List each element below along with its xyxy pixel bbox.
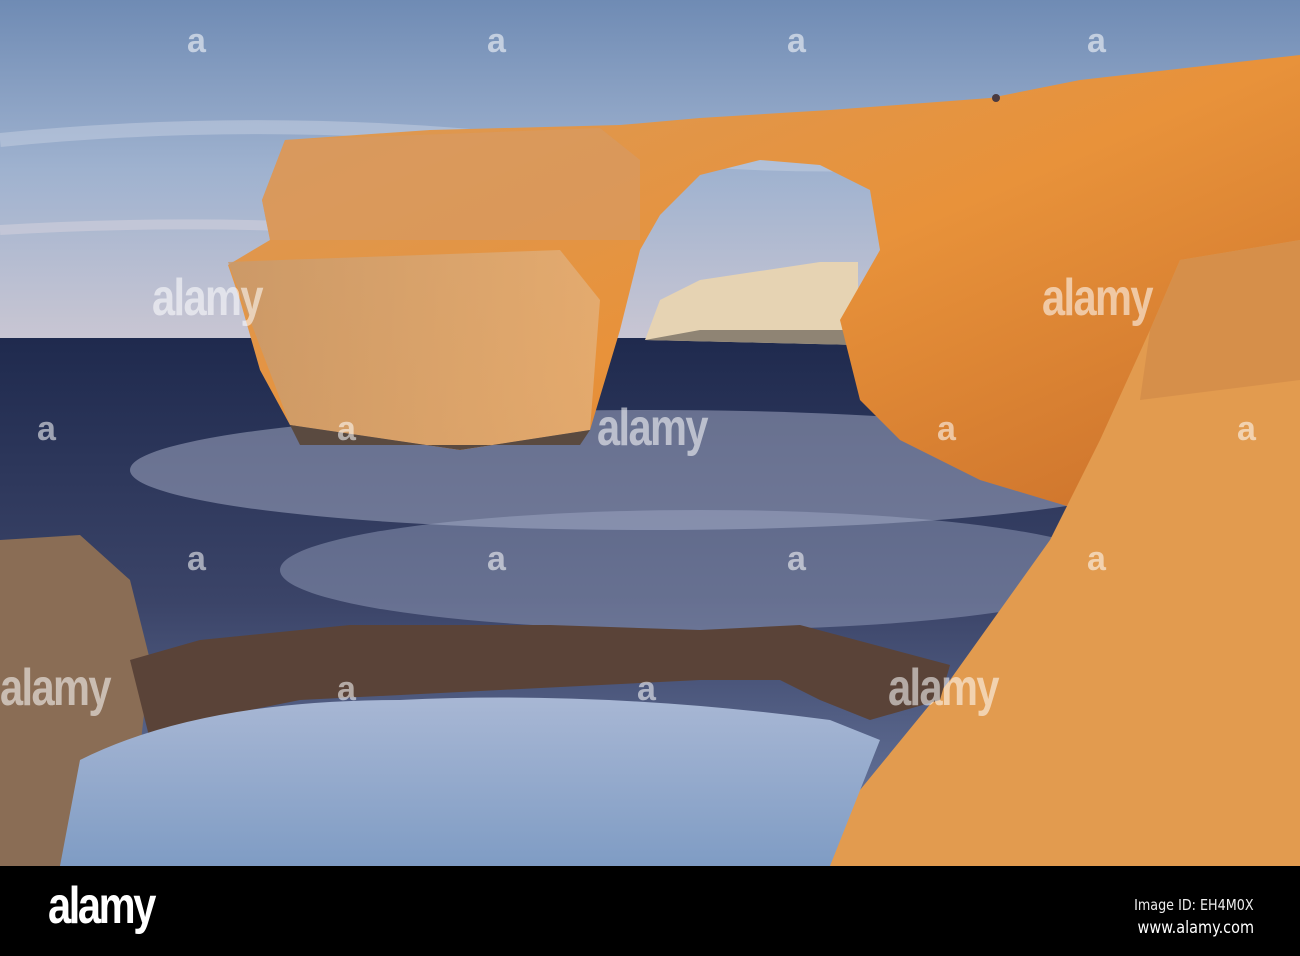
watermark-a: a — [1087, 540, 1106, 578]
watermark-alamy: alamy — [597, 399, 709, 457]
watermark-a: a — [787, 22, 806, 60]
watermark-a: a — [1087, 22, 1106, 60]
watermark-a: a — [37, 410, 56, 448]
watermark-alamy: alamy — [0, 659, 112, 717]
watermark-a: a — [487, 540, 506, 578]
watermark-a: a — [337, 670, 356, 708]
watermark-a: a — [487, 22, 506, 60]
watermark-a: a — [637, 670, 656, 708]
watermark-a: a — [937, 410, 956, 448]
footer-bar: alamy Image ID: EH4M0X www.alamy.com — [0, 866, 1300, 956]
watermark-a: a — [1237, 410, 1256, 448]
watermark-alamy: alamy — [888, 659, 1000, 717]
alamy-logo: alamy — [48, 877, 156, 935]
watermark-a: a — [187, 22, 206, 60]
watermark-alamy: alamy — [1042, 269, 1154, 327]
watermark-a: a — [337, 410, 356, 448]
watermark-alamy: alamy — [152, 269, 264, 327]
watermark-a: a — [187, 540, 206, 578]
site-url: www.alamy.com — [1137, 918, 1254, 938]
image-id: Image ID: EH4M0X — [1134, 896, 1254, 914]
watermark-a: a — [787, 540, 806, 578]
